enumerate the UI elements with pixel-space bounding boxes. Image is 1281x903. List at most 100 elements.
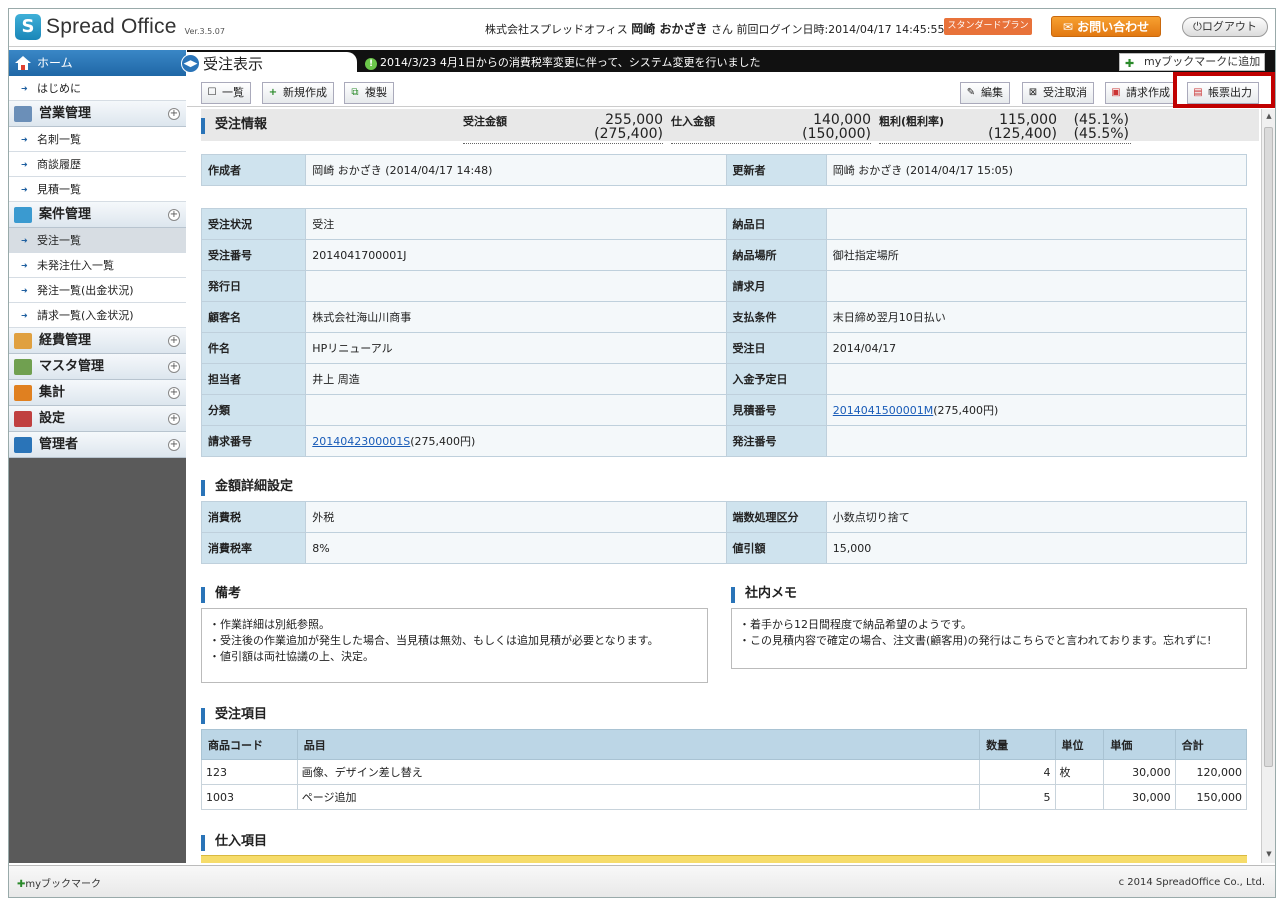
new-button[interactable]: + 新規作成 — [262, 82, 334, 104]
cancel-doc-icon: ⊠ — [1028, 87, 1038, 98]
expand-icon[interactable]: + — [168, 387, 180, 399]
title-bar: 受注表示 ! 2014/3/23 4月1日からの消費税率変更に伴って、システム変更… — [187, 50, 1275, 78]
field-label: 分類 — [201, 394, 307, 426]
sidebar-category[interactable]: 経費管理 + — [9, 328, 186, 354]
header: S Spread Office Ver.3.5.07 株式会社スプレッドオフィス… — [9, 9, 1275, 47]
detail-row: 顧客名 株式会社海山川商事 支払条件 末日締め翌月10日払い — [201, 301, 1248, 333]
field-value: 御社指定場所 — [825, 239, 1248, 271]
sidebar-item[interactable]: 名刺一覧 — [9, 127, 186, 152]
footer: ✚myブックマーク c 2014 SpreadOffice Co., Ltd. — [9, 865, 1275, 897]
remarks-line: ・値引額は両社協議の上、決定。 — [209, 650, 374, 663]
profit-label: 粗利(粗利率) — [879, 115, 945, 128]
copy-button[interactable]: ⧉ 複製 — [344, 82, 394, 104]
sidebar-item[interactable]: はじめに — [9, 76, 186, 101]
internal-memo-section: 社内メモ — [731, 578, 1251, 610]
field-value — [825, 425, 1248, 457]
sidebar-item-label: 見積一覧 — [37, 183, 81, 196]
table-cell: 5 — [979, 784, 1056, 810]
expand-icon[interactable]: + — [168, 209, 180, 221]
order-amount-tax: (275,400) — [594, 126, 663, 142]
scroll-up-icon[interactable]: ▲ — [1264, 112, 1274, 122]
expand-icon[interactable]: + — [168, 335, 180, 347]
invoice-label: 請求作成 — [1126, 86, 1170, 99]
profit-rate-tax: (45.5%) — [1073, 126, 1129, 142]
expand-icon[interactable]: + — [168, 413, 180, 425]
invoice-number-link[interactable]: 2014042300001S — [312, 435, 410, 448]
sidebar-category[interactable]: マスタ管理 + — [9, 354, 186, 380]
add-bookmark-label: myブックマークに追加 — [1144, 55, 1261, 68]
edit-button[interactable]: ✎ 編集 — [960, 82, 1010, 104]
scroll-down-icon[interactable]: ▼ — [1264, 850, 1274, 860]
invoice-icon: ▣ — [1111, 87, 1121, 98]
scrollbar-thumb[interactable] — [1264, 127, 1273, 767]
sidebar-toggle-button[interactable]: ◀▶ — [181, 54, 200, 73]
app-name: Spread Office — [46, 15, 177, 38]
sidebar-item[interactable]: 商談履歴 — [9, 152, 186, 177]
field-value — [825, 270, 1248, 302]
invoice-amount: (275,400円) — [410, 435, 476, 448]
sidebar-item[interactable]: 受注一覧 — [9, 228, 186, 253]
list-button[interactable]: ☐ 一覧 — [201, 82, 251, 104]
contact-label: お問い合わせ — [1077, 20, 1150, 34]
expand-icon[interactable]: + — [168, 361, 180, 373]
expand-icon[interactable]: + — [168, 439, 180, 451]
sidebar-category[interactable]: 管理者 + — [9, 432, 186, 458]
table-cell: 枚 — [1054, 759, 1105, 785]
table-cell: 123 — [201, 759, 298, 785]
expand-icon[interactable]: + — [168, 108, 180, 120]
logout-button[interactable]: ⏻ログアウト — [1182, 17, 1268, 37]
remarks-line: ・受注後の作業追加が発生した場合、当見積は無効、もしくは追加見積が必要となります… — [209, 634, 659, 647]
creator-value: 岡崎 おかざき (2014/04/17 14:48) — [305, 154, 727, 186]
create-invoice-button[interactable]: ▣ 請求作成 — [1105, 82, 1177, 104]
main-panel: 受注表示 ! 2014/3/23 4月1日からの消費税率変更に伴って、システム変更… — [181, 50, 1275, 863]
column-header: 単価 — [1103, 729, 1176, 760]
sidebar: ホーム はじめに営業管理 + 名刺一覧商談履歴見積一覧案件管理 + 受注一覧未発注仕入一… — [9, 50, 186, 863]
project-icon — [14, 207, 32, 223]
sidebar-category[interactable]: 案件管理 + — [9, 202, 186, 228]
field-value — [825, 363, 1248, 395]
system-notice[interactable]: ! 2014/3/23 4月1日からの消費税率変更に伴って、システム変更を行いまし… — [365, 54, 760, 70]
estimate-number-link[interactable]: 2014041500001M — [833, 404, 933, 417]
cancel-order-button[interactable]: ⊠ 受注取消 — [1022, 82, 1094, 104]
sidebar-item[interactable]: 見積一覧 — [9, 177, 186, 202]
footer-bookmark[interactable]: ✚myブックマーク — [17, 875, 101, 890]
field-label: 値引額 — [725, 532, 827, 564]
logo[interactable]: S Spread Office Ver.3.5.07 — [15, 14, 225, 40]
sidebar-item-label: 受注一覧 — [37, 234, 81, 247]
field-label: 見積番号 — [725, 394, 827, 426]
notice-text: 2014/3/23 4月1日からの消費税率変更に伴って、システム変更を行いました — [380, 56, 761, 69]
sidebar-item-label: はじめに — [37, 82, 81, 95]
list-icon: ☐ — [207, 87, 217, 98]
plus-icon: + — [268, 87, 278, 98]
sidebar-item-label: 発注一覧(出金状況) — [37, 284, 134, 297]
field-value: 小数点切り捨て — [825, 501, 1248, 533]
order-info-title: 受注情報 — [215, 117, 268, 132]
sidebar-category[interactable]: 営業管理 + — [9, 101, 186, 127]
column-header: 合計 — [1174, 729, 1248, 760]
sidebar-category-label: 設定 — [39, 411, 66, 426]
sidebar-category[interactable]: 集計 + — [9, 380, 186, 406]
field-label: 納品日 — [725, 208, 827, 240]
vertical-scrollbar[interactable]: ▲ ▼ — [1261, 109, 1275, 863]
contact-button[interactable]: ✉ お問い合わせ — [1051, 16, 1161, 37]
profit-tax: (125,400) — [988, 126, 1057, 142]
field-value: 2014041500001M(275,400円) — [825, 394, 1248, 426]
purchase-items-header — [201, 855, 1247, 863]
add-bookmark-button[interactable]: ✚ myブックマークに追加 — [1119, 53, 1265, 71]
tools-icon — [14, 411, 32, 427]
field-label: 入金予定日 — [725, 363, 827, 395]
sidebar-home[interactable]: ホーム — [9, 50, 186, 76]
sidebar-item[interactable]: 請求一覧(入金状況) — [9, 303, 186, 328]
company-name: 株式会社スプレッドオフィス — [485, 23, 628, 36]
sidebar-item[interactable]: 発注一覧(出金状況) — [9, 278, 186, 303]
creator-table: 作成者 岡崎 おかざき (2014/04/17 14:48) 更新者 岡崎 おか… — [201, 154, 1248, 186]
field-value: HPリニューアル — [305, 332, 727, 364]
sidebar-item[interactable]: 未発注仕入一覧 — [9, 253, 186, 278]
memo-line: ・この見積内容で確定の場合、注文書(顧客用)の発行はこちらでと言われております。… — [739, 634, 1212, 647]
power-icon: ⏻ — [1193, 20, 1202, 33]
sidebar-item-label: 請求一覧(入金状況) — [37, 309, 134, 322]
purchase-amount: 仕入金額 140,000 (150,000) — [671, 109, 871, 144]
sidebar-category[interactable]: 設定 + — [9, 406, 186, 432]
last-login: 前回ログイン日時:2014/04/17 14:45:55 — [736, 23, 945, 36]
memo-line: ・着手から12日間程度で納品希望のようです。 — [739, 618, 972, 631]
